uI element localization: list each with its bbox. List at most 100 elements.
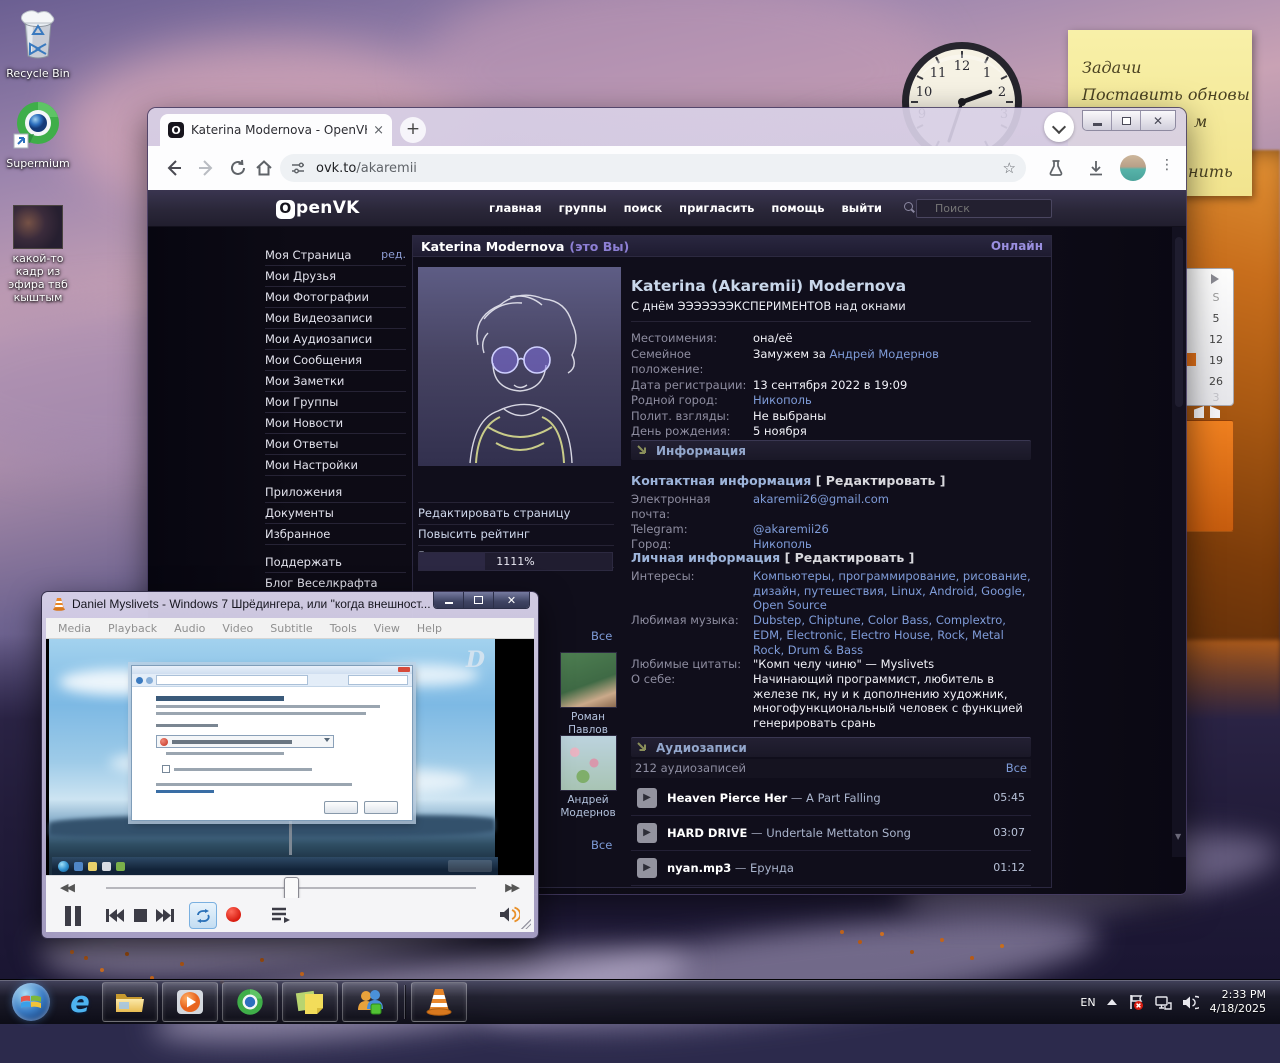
friend-photo[interactable]: [560, 735, 617, 791]
calendar-day[interactable]: 5: [1206, 312, 1226, 325]
calendar-day[interactable]: 26: [1206, 375, 1226, 388]
sidebar-item-documents[interactable]: Документы: [265, 503, 406, 524]
menu-tools[interactable]: Tools: [330, 622, 357, 635]
profile-status[interactable]: С днём ЭЭЭЭЭЭЭКСПЕРИМЕНТОВ над окнами: [631, 299, 906, 313]
nav-priglasit[interactable]: пригласить: [679, 201, 754, 215]
minimize-button[interactable]: [434, 592, 464, 608]
section-arrow-icon[interactable]: [637, 742, 648, 753]
menu-video[interactable]: Video: [222, 622, 253, 635]
sidebar-item-favorites[interactable]: Избранное: [265, 524, 406, 545]
nav-gruppy[interactable]: группы: [559, 201, 607, 215]
close-button[interactable]: ✕: [1141, 111, 1175, 130]
boost-rating-link[interactable]: Повысить рейтинг: [418, 524, 614, 546]
friend-name[interactable]: Андрей Модернов: [554, 794, 622, 820]
reload-button[interactable]: [228, 158, 248, 178]
home-button[interactable]: [254, 158, 274, 178]
action-center-flag-icon[interactable]: [1128, 994, 1144, 1010]
calendar-day[interactable]: 19: [1206, 354, 1226, 367]
rewind-icon[interactable]: ◀◀: [60, 881, 73, 894]
playlist-button[interactable]: [272, 907, 290, 923]
download-icon[interactable]: [1086, 158, 1106, 178]
sidebar-item-groups[interactable]: Мои Группы: [265, 392, 406, 413]
sidebar-item-friends[interactable]: Мои Друзья: [265, 266, 406, 287]
address-bar[interactable]: ovk.to/akaremii ☆: [280, 154, 1026, 182]
desktop-icon-recycle-bin[interactable]: Recycle Bin: [0, 8, 84, 80]
flask-icon[interactable]: [1046, 158, 1066, 178]
next-button[interactable]: [156, 909, 174, 922]
network-icon[interactable]: [1155, 995, 1172, 1010]
followers-all-link[interactable]: Все: [591, 838, 612, 852]
sidebar-item-settings[interactable]: Мои Настройки: [265, 455, 406, 476]
kebab-menu-icon[interactable]: ⋮: [1160, 157, 1180, 177]
taskbar-media-player[interactable]: [162, 982, 218, 1022]
record-button[interactable]: [226, 907, 241, 922]
resize-grip[interactable]: [521, 919, 531, 929]
restore-button[interactable]: [464, 592, 494, 608]
friend-card[interactable]: Роман Павлов: [554, 652, 622, 737]
section-arrow-icon[interactable]: [637, 445, 648, 456]
sidebar-item-apps[interactable]: Приложения: [265, 482, 406, 503]
profile-avatar[interactable]: [1120, 155, 1146, 181]
desktop-icon-video-file[interactable]: какой-то кадр из эфира твб кыштым: [0, 205, 84, 304]
friend-photo[interactable]: [560, 652, 617, 708]
sidebar-item-messages[interactable]: Мои Сообщения: [265, 350, 406, 371]
hidden-icons-arrow-icon[interactable]: [1107, 994, 1117, 1005]
edit-contact-link[interactable]: [ Редактировать ]: [816, 473, 946, 488]
site-info-icon[interactable]: [290, 160, 306, 176]
loop-button-active[interactable]: [189, 902, 217, 929]
sidebar-item-videos[interactable]: Мои Видеозаписи: [265, 308, 406, 329]
nav-vyiti[interactable]: выйти: [842, 201, 882, 215]
sidebar-item-notes[interactable]: Мои Заметки: [265, 371, 406, 392]
friend-name[interactable]: Роман Павлов: [554, 711, 622, 737]
taskbar-internet-explorer[interactable]: e: [58, 983, 102, 1021]
menu-view[interactable]: View: [374, 622, 400, 635]
profile-avatar-image[interactable]: [418, 267, 621, 466]
tab-close-icon[interactable]: ×: [373, 123, 384, 138]
sidebar-item-my-page[interactable]: Моя Страницаред.: [265, 245, 406, 266]
interests-links[interactable]: Компьютеры, программирование, рисование,…: [753, 569, 1031, 612]
vlc-video-area[interactable]: D: [46, 639, 534, 875]
sidebar-item-answers[interactable]: Мои Ответы: [265, 434, 406, 455]
music-links[interactable]: Dubstep, Chiptune, Color Bass, Complextr…: [753, 613, 1006, 656]
friend-card[interactable]: Андрей Модернов: [554, 735, 622, 820]
spouse-link[interactable]: Андрей Модернов: [830, 347, 939, 361]
calendar-next-arrow-icon[interactable]: [1211, 274, 1224, 284]
menu-playback[interactable]: Playback: [108, 622, 157, 635]
edit-personal-link[interactable]: [ Редактировать ]: [785, 550, 915, 565]
pause-button[interactable]: [62, 905, 84, 927]
nav-pomosch[interactable]: помощь: [771, 201, 824, 215]
play-icon[interactable]: ▶: [637, 858, 657, 878]
menu-media[interactable]: Media: [58, 622, 91, 635]
nav-glavnaya[interactable]: главная: [489, 201, 542, 215]
vlc-titlebar[interactable]: Daniel Myslivets - Windows 7 Шрёдингера,…: [52, 597, 431, 611]
bookmark-star-icon[interactable]: ☆: [1003, 159, 1016, 177]
fast-forward-icon[interactable]: ▶▶: [505, 881, 518, 894]
sidebar-item-news[interactable]: Мои Новости: [265, 413, 406, 434]
language-indicator[interactable]: EN: [1080, 996, 1095, 1009]
telegram-link[interactable]: @akaremii26: [753, 522, 829, 537]
volume-button[interactable]: [500, 906, 520, 923]
email-link[interactable]: akaremii26@gmail.com: [753, 492, 889, 522]
edit-page-link[interactable]: Редактировать страницу: [418, 502, 614, 525]
taskbar-clock[interactable]: 2:33 PM 4/18/2025: [1210, 988, 1266, 1016]
edit-link[interactable]: ред.: [381, 245, 406, 265]
browser-tab[interactable]: O Katerina Modernova - OpenVK ×: [160, 114, 392, 146]
audios-all-link[interactable]: Все: [1006, 759, 1027, 778]
sidebar-item-blog[interactable]: Блог Веселкрафта: [265, 573, 406, 594]
scrollbar-down-arrow-icon[interactable]: ▼: [1175, 832, 1181, 841]
friends-all-link[interactable]: Все: [591, 629, 612, 643]
stop-button[interactable]: [134, 909, 147, 922]
forward-button[interactable]: [196, 158, 216, 178]
new-tab-button[interactable]: +: [400, 117, 426, 143]
seek-handle[interactable]: [284, 877, 299, 900]
sidebar-item-support[interactable]: Поддержать: [265, 552, 406, 573]
close-button[interactable]: ✕: [494, 592, 529, 608]
nav-poisk[interactable]: поиск: [624, 201, 663, 215]
play-icon[interactable]: ▶: [637, 788, 657, 808]
desktop-icon-supermium[interactable]: Supermium: [0, 98, 84, 170]
minimize-button[interactable]: [1083, 111, 1112, 130]
page-scrollbar[interactable]: ▼: [1172, 227, 1186, 857]
sidebar-item-photos[interactable]: Мои Фотографии: [265, 287, 406, 308]
taskbar-sticky-notes[interactable]: [282, 982, 338, 1022]
taskbar-supermium[interactable]: [222, 982, 278, 1022]
